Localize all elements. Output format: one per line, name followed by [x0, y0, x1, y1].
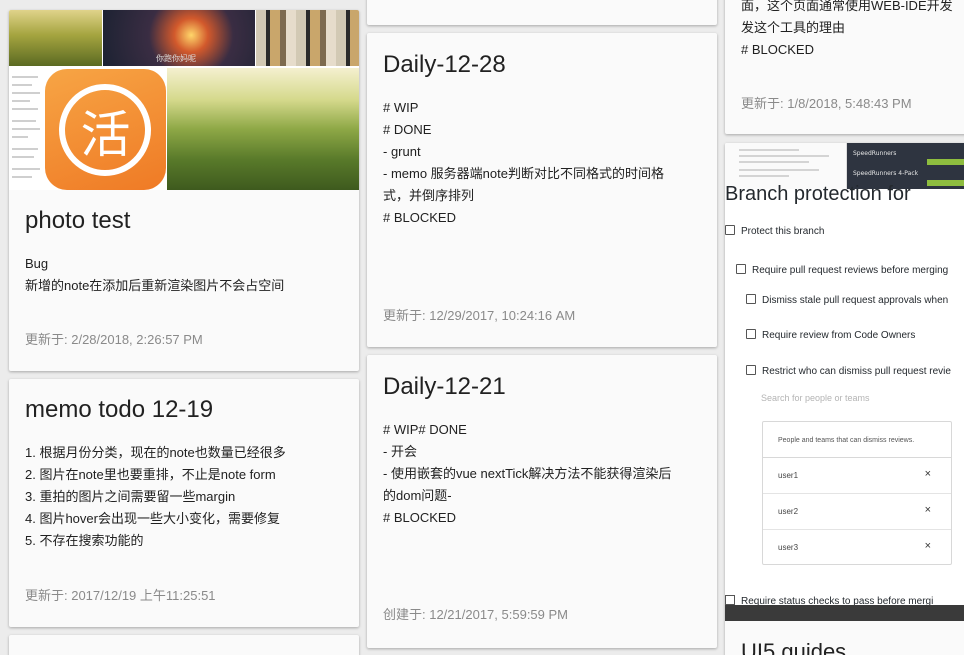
screenshot-box-header: People and teams that can dismiss review…: [763, 422, 951, 458]
thumb-row: SpeedRunners 4-Pack: [853, 170, 919, 177]
note-title: Daily-12-21: [383, 373, 506, 400]
photo-comic-thumb[interactable]: [256, 10, 359, 66]
note-card-partial[interactable]: [9, 635, 359, 655]
note-card-partial[interactable]: [367, 0, 717, 25]
note-timestamp: 更新于: 12/29/2017, 10:24:16 AM: [383, 308, 576, 323]
note-line: 发这个工具的理由: [741, 20, 846, 35]
note-body: 面，这个页面通常使用WEB-IDE开发 发这个工具的理由 # BLOCKED: [741, 0, 953, 61]
user-name: user3: [778, 543, 799, 552]
screenshot-option: Restrict who can dismiss pull request re…: [746, 365, 951, 377]
screenshot-option: Protect this branch: [725, 225, 824, 237]
note-line: # DONE: [383, 122, 432, 137]
photo-landscape-thumb[interactable]: [9, 10, 102, 66]
screenshot-heading: Branch protection for: [725, 183, 911, 205]
photo-document-thumb[interactable]: [9, 68, 44, 190]
note-card-daily-12-21[interactable]: Daily-12-21 # WIP# DONE - 开会 - 使用嵌套的vue …: [367, 355, 717, 648]
app-icon: 活: [45, 69, 166, 190]
photo-field-thumb[interactable]: [167, 68, 359, 190]
github-settings-screenshot[interactable]: SpeedRunners SpeedRunners 4-Pack Branch …: [725, 143, 964, 621]
remove-icon: ×: [924, 504, 931, 516]
note-line: 5. 不存在搜索功能的: [25, 533, 144, 548]
screenshot-option: Require pull request reviews before merg…: [736, 264, 948, 276]
user-name: user2: [778, 507, 799, 516]
screenshot-user-row: user3 ×: [763, 530, 951, 566]
photo-collage: 你跑你妈呢 活: [9, 10, 359, 190]
note-line: 新增的note在添加后重新渲染图片不会占空间: [25, 278, 285, 293]
screenshot-bottom-band: [725, 605, 964, 621]
photo-app-icon-thumb[interactable]: 活: [45, 68, 166, 190]
note-card-photo-test[interactable]: 你跑你妈呢 活 photo test Bug 新增的note在添加后重新渲染图片…: [9, 10, 359, 371]
note-line: 2. 图片在note里也要重排，不止是note form: [25, 467, 276, 482]
note-line: # BLOCKED: [383, 210, 456, 225]
user-name: user1: [778, 471, 799, 480]
remove-icon: ×: [924, 540, 931, 552]
note-card-web-ide[interactable]: 面，这个页面通常使用WEB-IDE开发 发这个工具的理由 # BLOCKED 更…: [725, 0, 964, 134]
note-line: # WIP: [383, 100, 419, 115]
note-line: # BLOCKED: [741, 42, 814, 57]
thumb-row: SpeedRunners: [853, 150, 897, 157]
screenshot-user-row: user1 ×: [763, 458, 951, 494]
note-line: - grunt: [383, 144, 421, 159]
photo-game-thumb[interactable]: 你跑你妈呢: [103, 10, 255, 66]
note-line: 的dom问题-: [383, 488, 452, 503]
note-line: # WIP# DONE: [383, 422, 467, 437]
note-card-daily-12-28[interactable]: Daily-12-28 # WIP # DONE - grunt - memo …: [367, 33, 717, 347]
note-line: 1. 根据月份分类，现在的note也数量已经很多: [25, 445, 286, 460]
screenshot-option: Require review from Code Owners: [746, 329, 915, 341]
note-card-memo-todo[interactable]: memo todo 12-19 1. 根据月份分类，现在的note也数量已经很多…: [9, 379, 359, 627]
screenshot-user-box: People and teams that can dismiss review…: [762, 421, 952, 565]
note-line: 式，并倒序排列: [383, 188, 475, 203]
note-line: 3. 重拍的图片之间需要留一些margin: [25, 489, 236, 504]
note-body: 1. 根据月份分类，现在的note也数量已经很多 2. 图片在note里也要重排…: [25, 442, 349, 552]
note-timestamp: 更新于: 1/8/2018, 5:48:43 PM: [741, 96, 912, 111]
note-timestamp: 更新于: 2/28/2018, 2:26:57 PM: [25, 332, 203, 347]
note-timestamp: 更新于: 2017/12/19 上午11:25:51: [25, 588, 216, 603]
note-body: # WIP # DONE - grunt - memo 服务器端note判断对比…: [383, 97, 707, 229]
remove-icon: ×: [924, 468, 931, 480]
screenshot-user-row: user2 ×: [763, 494, 951, 530]
note-line: - memo 服务器端note判断对比不同格式的时间格: [383, 166, 664, 181]
screenshot-search-placeholder: Search for people or teams: [761, 393, 870, 403]
app-icon-glyph: 活: [80, 106, 131, 164]
note-line: 面，这个页面通常使用WEB-IDE开发: [741, 0, 953, 13]
note-title: Daily-12-28: [383, 51, 506, 78]
note-title: memo todo 12-19: [25, 396, 214, 423]
note-body: # WIP# DONE - 开会 - 使用嵌套的vue nextTick解决方法…: [383, 419, 707, 529]
note-line: - 使用嵌套的vue nextTick解决方法不能获得渲染后: [383, 466, 672, 481]
note-title: UI5 guides: [741, 639, 847, 655]
note-line: Bug: [25, 256, 49, 271]
note-title: photo test: [25, 207, 131, 234]
note-line: - 开会: [383, 444, 417, 459]
note-card-ui5-guides[interactable]: SpeedRunners SpeedRunners 4-Pack Branch …: [725, 143, 964, 655]
note-line: 4. 图片hover会出现一些大小变化，需要修复: [25, 511, 280, 526]
note-body: Bug 新增的note在添加后重新渲染图片不会占空间: [25, 253, 349, 297]
screenshot-option: Dismiss stale pull request approvals whe…: [746, 294, 948, 306]
note-timestamp: 创建于: 12/21/2017, 5:59:59 PM: [383, 607, 568, 622]
note-line: # BLOCKED: [383, 510, 456, 525]
photo-caption: 你跑你妈呢: [156, 54, 196, 63]
